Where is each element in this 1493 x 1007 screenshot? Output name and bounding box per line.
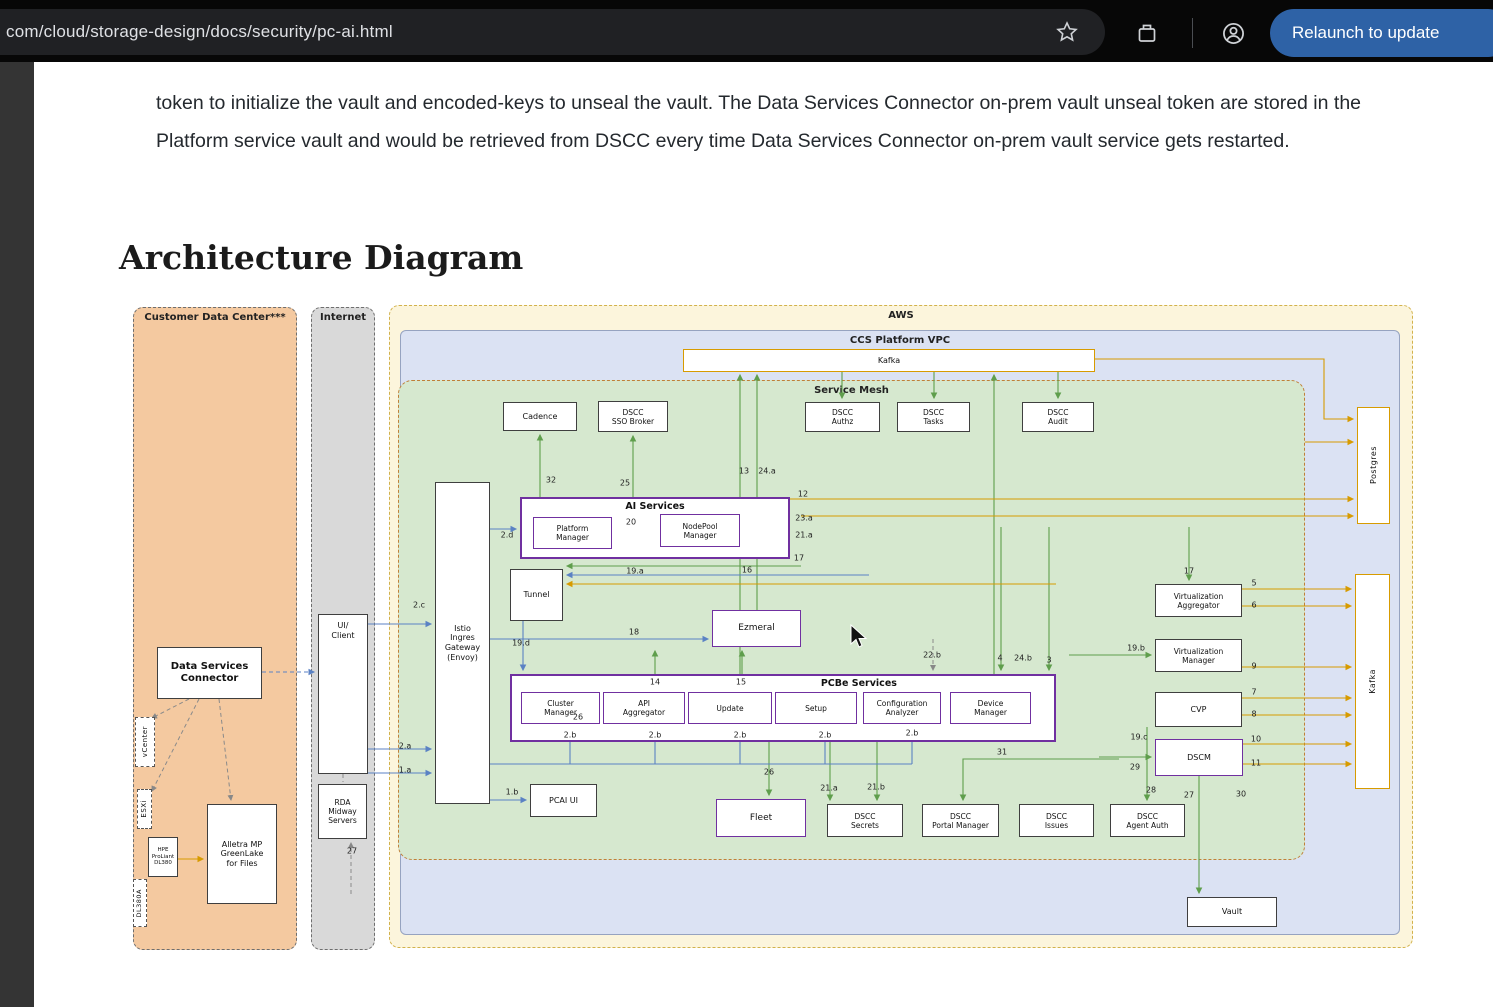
extensions-icon[interactable] <box>1135 21 1159 45</box>
edge-label-18: 18 <box>629 628 639 637</box>
diagram-edge-label-layer: 32 25 13 24.a 12 23.a 21.a 2.d 20 17 16 19.a 2.c 18 19… <box>119 294 1413 954</box>
edge-label-2.b: 2.b <box>649 731 662 740</box>
edge-label-30: 30 <box>1236 790 1246 799</box>
edge-label-21.a: 21.a <box>795 531 813 540</box>
edge-label-19.b: 19.b <box>1127 644 1145 653</box>
edge-label-17: 17 <box>1184 567 1194 576</box>
edge-label-2.d: 2.d <box>501 531 514 540</box>
edge-label-22.b: 22.b <box>923 651 941 660</box>
edge-label-1.b: 1.b <box>506 788 519 797</box>
edge-label-24.b: 24.b <box>1014 654 1032 663</box>
edge-label-27: 27 <box>347 847 357 856</box>
profile-icon[interactable] <box>1221 21 1246 46</box>
edge-label-14: 14 <box>650 678 660 687</box>
edge-label-19.c: 19.c <box>1130 733 1147 742</box>
edge-label-28: 28 <box>1146 786 1156 795</box>
edge-label-2.b: 2.b <box>906 729 919 738</box>
edge-label-4: 4 <box>997 654 1002 663</box>
edge-label-16: 16 <box>742 566 752 575</box>
edge-label-21.a: 21.a <box>820 784 838 793</box>
edge-label-13: 13 <box>739 467 749 476</box>
edge-label-21.b: 21.b <box>867 783 885 792</box>
edge-label-8: 8 <box>1251 710 1256 719</box>
edge-label-31: 31 <box>997 748 1007 757</box>
architecture-diagram: Customer Data Center***InternetAWSCCS Pl… <box>119 294 1414 957</box>
edge-label-12: 12 <box>798 490 808 499</box>
bookmark-star-icon[interactable] <box>1055 20 1079 44</box>
edge-label-24.a: 24.a <box>758 467 776 476</box>
edge-label-10: 10 <box>1251 735 1261 744</box>
mouse-cursor <box>849 624 871 650</box>
edge-label-15: 15 <box>736 678 746 687</box>
page-title: Architecture Diagram <box>119 238 523 277</box>
edge-label-19.a: 19.a <box>626 567 644 576</box>
edge-label-17: 17 <box>794 554 804 563</box>
left-edge-panel <box>0 62 34 1007</box>
url-text: com/cloud/storage-design/docs/security/p… <box>0 22 393 42</box>
edge-label-6: 6 <box>1251 601 1256 610</box>
edge-label-26: 26 <box>573 713 583 722</box>
edge-label-2.b: 2.b <box>819 731 832 740</box>
edge-label-29: 29 <box>1130 763 1140 772</box>
edge-label-3: 3 <box>1046 656 1051 665</box>
edge-label-2.b: 2.b <box>734 731 747 740</box>
edge-label-2.b: 2.b <box>564 731 577 740</box>
edge-label-26: 26 <box>764 768 774 777</box>
edge-label-32: 32 <box>546 476 556 485</box>
toolbar-divider <box>1192 18 1193 48</box>
edge-label-20: 20 <box>626 518 636 527</box>
edge-label-27: 27 <box>1184 791 1194 800</box>
edge-label-2.c: 2.c <box>413 601 425 610</box>
edge-label-1.a: 1.a <box>399 766 412 775</box>
edge-label-25: 25 <box>620 479 630 488</box>
url-bar[interactable]: com/cloud/storage-design/docs/security/p… <box>0 9 1105 55</box>
browser-chrome: com/cloud/storage-design/docs/security/p… <box>0 0 1493 62</box>
intro-paragraph: token to initialize the vault and encode… <box>156 84 1426 161</box>
relaunch-button[interactable]: Relaunch to update <box>1270 9 1493 57</box>
edge-label-5: 5 <box>1251 579 1256 588</box>
edge-label-2.a: 2.a <box>399 742 412 751</box>
edge-label-19.d: 19.d <box>512 639 530 648</box>
edge-label-9: 9 <box>1251 662 1256 671</box>
edge-label-23.a: 23.a <box>795 514 813 523</box>
edge-label-7: 7 <box>1251 688 1256 697</box>
edge-label-11: 11 <box>1251 759 1261 768</box>
